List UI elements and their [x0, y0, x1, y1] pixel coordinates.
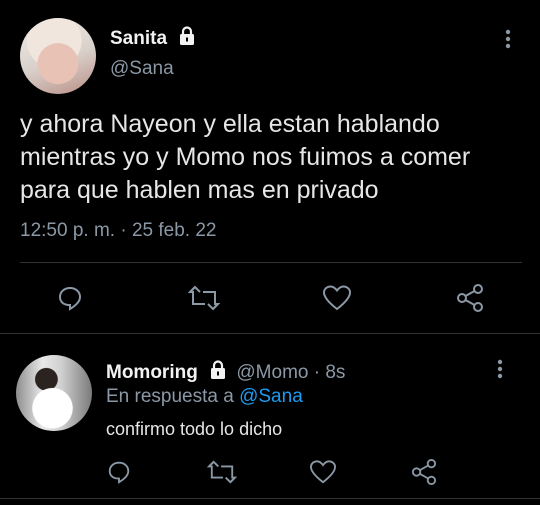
reply-icon[interactable] — [56, 284, 84, 312]
lock-icon — [180, 26, 195, 45]
more-vertical-icon[interactable] — [500, 28, 516, 52]
author-display-name[interactable]: Sanita — [110, 28, 167, 49]
reply-action-bar — [0, 456, 540, 486]
share-icon[interactable] — [411, 459, 437, 485]
author-avatar[interactable] — [20, 18, 96, 94]
reply-author-avatar[interactable] — [16, 355, 92, 431]
tweet-text-line: y ahora Nayeon y ella estan hablando — [20, 110, 440, 138]
reply-age: · 8s — [313, 362, 346, 383]
reply-author-handle[interactable]: @Momo — [236, 362, 308, 383]
lock-icon — [211, 360, 226, 379]
tweet-text-line: para que hablen mas en privado — [20, 176, 379, 204]
tweet-text-line: mientras yo y Momo nos fuimos a comer — [20, 143, 471, 171]
heart-icon[interactable] — [322, 284, 352, 312]
tweet-text: y ahora Nayeon y ella estan hablando mie… — [20, 108, 535, 207]
share-icon[interactable] — [456, 284, 484, 312]
more-vertical-icon[interactable] — [492, 358, 508, 382]
reply-author-display-name[interactable]: Momoring — [106, 362, 198, 383]
tweet-timestamp[interactable]: 12:50 p. m. · 25 feb. 22 — [20, 220, 216, 242]
reply-context-prefix: En respuesta a — [106, 386, 234, 407]
retweet-icon[interactable] — [188, 284, 220, 312]
author-name-row[interactable]: Sanita — [110, 26, 196, 50]
reply-icon[interactable] — [106, 459, 132, 485]
reply-text: confirmo todo lo dicho — [106, 419, 283, 439]
heart-icon[interactable] — [309, 459, 337, 485]
retweet-icon[interactable] — [207, 459, 237, 485]
reply-header: Momoring @Momo · 8s — [106, 360, 345, 384]
divider — [0, 498, 540, 499]
divider — [20, 262, 522, 263]
author-handle[interactable]: @Sana — [110, 58, 174, 80]
reply-to-handle-link[interactable]: @Sana — [239, 386, 303, 407]
reply-context: En respuesta a @Sana — [106, 386, 303, 408]
tweet-action-bar — [0, 280, 540, 316]
divider — [0, 333, 540, 334]
